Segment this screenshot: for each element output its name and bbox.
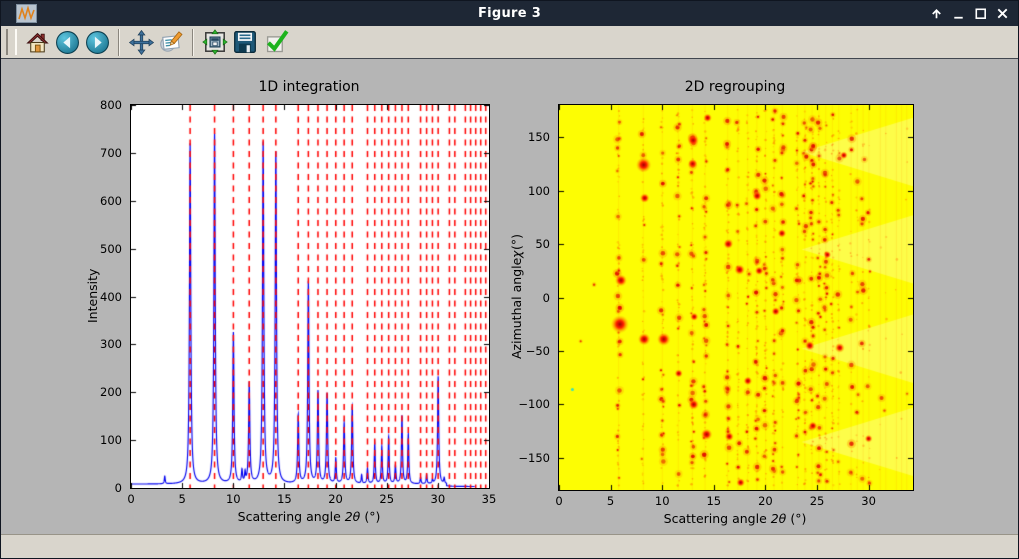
figure-canvas-area: 1D integration Intensity Scattering angl…: [1, 59, 1018, 534]
tick-label-y: 0: [115, 481, 122, 495]
tick-label-y: 50: [535, 237, 550, 251]
note-pencil-icon: [158, 29, 184, 55]
toolbar-separator: [118, 29, 120, 56]
tick-label-y: 400: [100, 290, 122, 304]
x-axis-label-2theta: Scattering angle 2θ (°): [664, 511, 807, 526]
home-button[interactable]: [23, 28, 51, 56]
tick-label-y: 300: [100, 337, 122, 351]
window-title: Figure 3: [1, 6, 1018, 21]
subplots-resize-icon: [202, 29, 228, 55]
maximize-icon[interactable]: [973, 6, 988, 21]
tick-label-x: 15: [277, 492, 292, 506]
tick-label-y: 800: [100, 98, 122, 112]
toolbar: [1, 26, 1018, 59]
toolbar-separator: [192, 29, 194, 56]
tick-label-y: 100: [100, 433, 122, 447]
tick-label-y: 600: [100, 194, 122, 208]
tick-label-x: 10: [655, 494, 670, 508]
x-axis-label-2theta: Scattering angle 2θ (°): [238, 509, 381, 524]
floppy-disk-icon: [232, 29, 258, 55]
tick-label-x: 25: [379, 492, 394, 506]
titlebar[interactable]: Figure 3: [1, 1, 1018, 26]
tick-label-x: 30: [431, 492, 446, 506]
minimize-icon[interactable]: [951, 6, 966, 21]
back-arrow-icon: [55, 30, 80, 55]
shade-window-icon[interactable]: [929, 6, 944, 21]
save-button[interactable]: [231, 28, 259, 56]
tick-label-x: 15: [706, 494, 721, 508]
tick-label-y: 500: [100, 242, 122, 256]
back-button[interactable]: [53, 28, 81, 56]
tick-label-x: 0: [127, 492, 134, 506]
y-axis-label-intensity: Intensity: [84, 104, 101, 487]
tick-label-y: −50: [526, 344, 550, 358]
configure-subplots-button[interactable]: [201, 28, 229, 56]
tick-label-x: 20: [328, 492, 343, 506]
tick-label-x: 30: [861, 494, 876, 508]
tick-label-y: −150: [518, 451, 550, 465]
tick-label-x: 10: [226, 492, 241, 506]
validate-button[interactable]: [261, 28, 289, 56]
tick-label-x: 20: [758, 494, 773, 508]
tick-label-y: 100: [528, 184, 550, 198]
tick-label-y: 0: [543, 291, 550, 305]
tick-label-y: 700: [100, 146, 122, 160]
plot-title-2d: 2D regrouping: [685, 79, 786, 95]
tick-label-x: 25: [810, 494, 825, 508]
close-icon[interactable]: [995, 6, 1010, 21]
axes-2d-regrouping: 2D regrouping Azimuthal angle χ (°) Scat…: [558, 104, 912, 489]
tick-label-x: 0: [555, 494, 562, 508]
forward-arrow-icon: [85, 30, 110, 55]
plot-canvas-2d[interactable]: [558, 104, 914, 491]
plot-title-1d: 1D integration: [258, 79, 359, 95]
pan-move-icon: [129, 30, 154, 55]
y-axis-label-azimuthal: Azimuthal angle χ (°): [508, 104, 525, 489]
plot-canvas-1d[interactable]: [130, 104, 490, 489]
window-controls: [929, 1, 1010, 26]
pan-button[interactable]: [127, 28, 155, 56]
green-check-icon: [262, 29, 289, 56]
figure-window: Figure 3: [0, 0, 1019, 559]
tick-label-x: 35: [482, 492, 497, 506]
home-icon: [25, 30, 50, 55]
tick-label-y: −100: [518, 397, 550, 411]
tick-label-x: 5: [607, 494, 614, 508]
tick-label-x: 5: [178, 492, 185, 506]
forward-button[interactable]: [83, 28, 111, 56]
status-bar: [1, 534, 1018, 559]
axes-1d-integration: 1D integration Intensity Scattering angl…: [130, 104, 488, 487]
toolbar-grip-handle[interactable]: [6, 29, 17, 55]
tick-label-y: 200: [100, 385, 122, 399]
tick-label-y: 150: [528, 130, 550, 144]
edit-parameters-button[interactable]: [157, 28, 185, 56]
